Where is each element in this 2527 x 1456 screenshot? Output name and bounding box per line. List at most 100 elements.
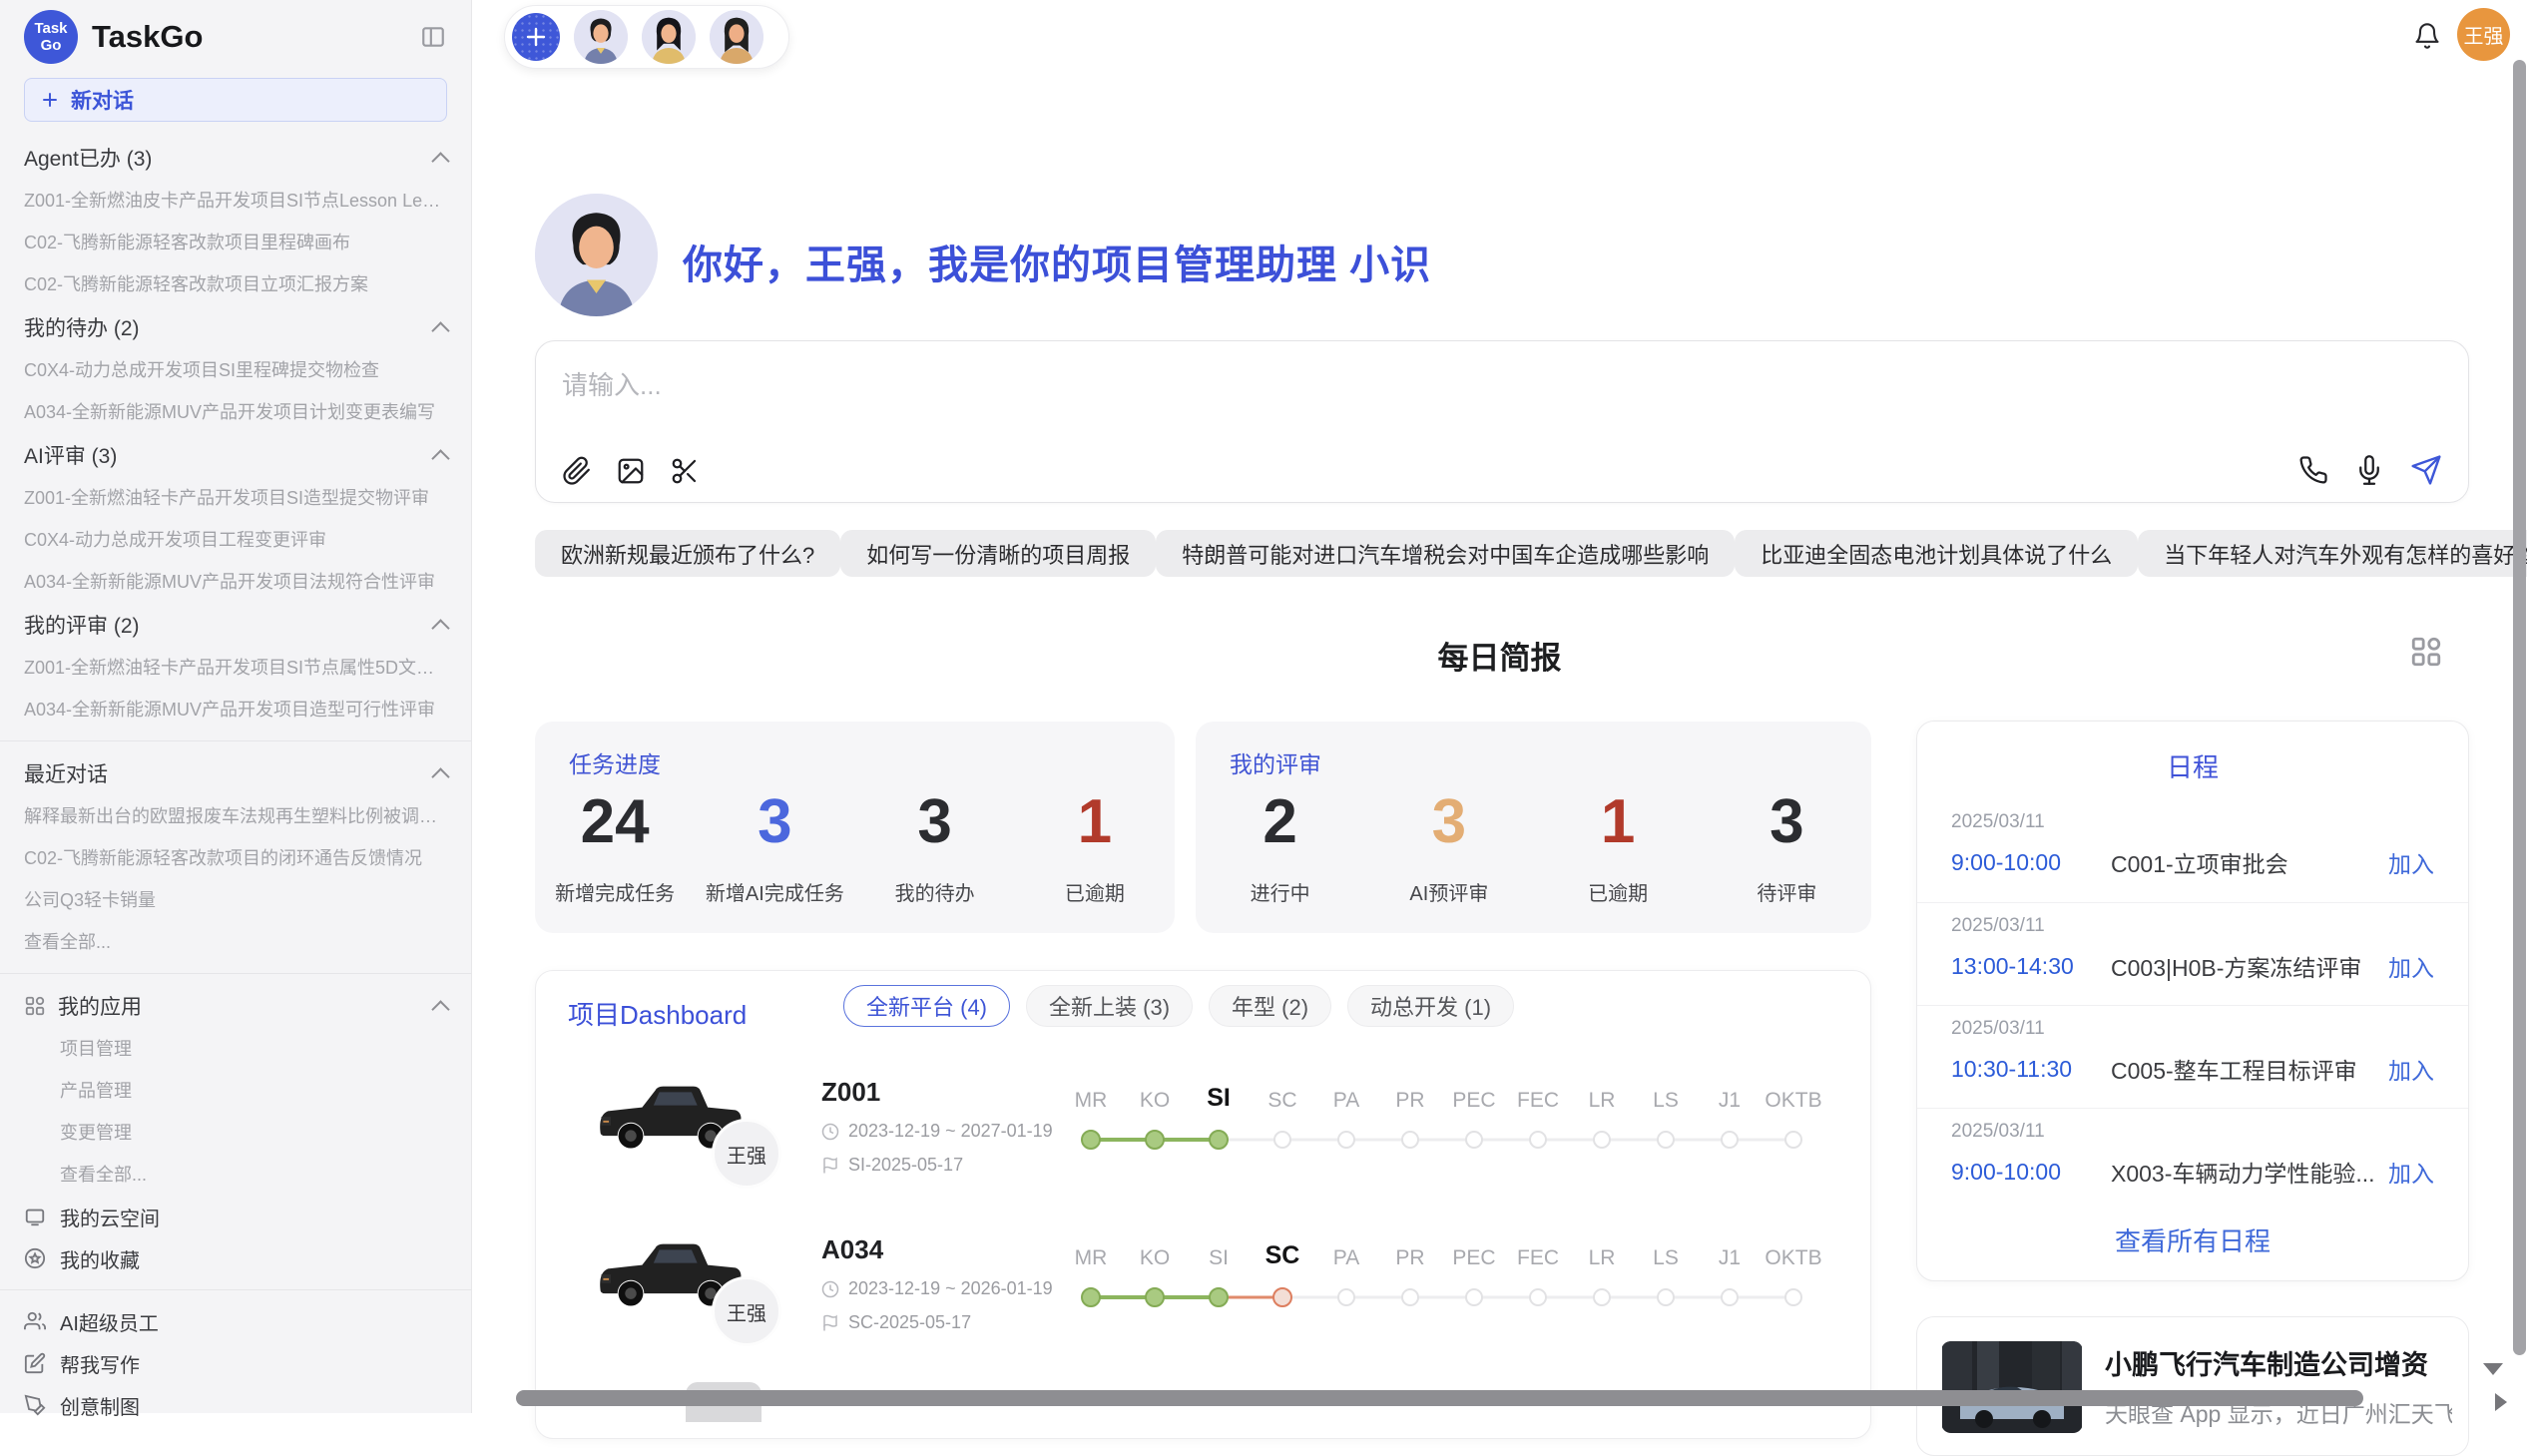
stat-value: 1 [1601,791,1635,853]
session-switcher [504,5,789,69]
vertical-scrollbar[interactable] [2513,60,2526,1355]
join-meeting-link[interactable]: 加入 [2388,1052,2434,1086]
view-all-chats-link[interactable]: 查看全部... [24,921,447,963]
view-all-apps-link[interactable]: 查看全部... [24,1154,447,1196]
milestone-dot [1721,1131,1739,1149]
sidebar-item[interactable]: A034-全新新能源MUV产品开发项目法规符合性评审 [24,561,447,603]
sidebar-item-creative-draw[interactable]: 创意制图 [24,1384,447,1426]
avatar[interactable] [574,10,628,64]
avatar[interactable] [642,10,696,64]
sidebar-item[interactable]: C0X4-动力总成开发项目工程变更评审 [24,519,447,561]
news-card[interactable]: 小鹏飞行汽车制造公司增资 天眼查 App 显示，近日广州汇天飞行汽... [1916,1316,2469,1456]
project-owner-badge: 王强 [712,1119,781,1189]
notifications-bell-icon[interactable] [2407,16,2447,56]
sidebar-item[interactable]: Z001-全新燃油轻卡产品开发项目SI造型提交物评审 [24,477,447,519]
stat-overdue: 1 已逾期 [1015,791,1175,906]
attachment-icon[interactable] [562,456,592,486]
stat-value: 24 [581,791,650,853]
avatar[interactable] [710,10,763,64]
logo-text-top: Task [34,20,67,37]
view-all-schedule-link[interactable]: 查看所有日程 [1917,1221,2468,1258]
app-item-product-mgmt[interactable]: 产品管理 [24,1070,447,1112]
project-flag-date: SC-2025-05-17 [821,1312,971,1333]
new-chat-button[interactable]: 新对话 [24,78,447,122]
milestone-dot [1209,1130,1229,1150]
sidebar-item-ai-staff[interactable]: AI超级员工 [24,1300,447,1342]
suggestion-chip[interactable]: 如何写一份清晰的项目周报 [840,530,1156,577]
stat-in-progress: 2 进行中 [1196,791,1364,906]
milestone-dot [1529,1131,1547,1149]
tab-powertrain[interactable]: 动总开发 (1) [1347,985,1514,1027]
recent-chat-item[interactable]: C02-飞腾新能源轻客改款项目的闭环通告反馈情况 [24,837,447,879]
section-title: 最近对话 [24,758,108,788]
section-header[interactable]: AI评审 (3) [24,433,447,477]
milestone-dot [1529,1288,1547,1306]
sidebar-item-write-helper[interactable]: 帮我写作 [24,1342,447,1384]
sidebar-item[interactable]: C02-飞腾新能源轻客改款项目立项汇报方案 [24,263,447,305]
sidebar-item[interactable]: C02-飞腾新能源轻客改款项目里程碑画布 [24,222,447,263]
sidebar-item[interactable]: Z001-全新燃油轻卡产品开发项目SI节点属性5D文件评审 [24,647,447,689]
section-header[interactable]: 我的待办 (2) [24,305,447,349]
schedule-date: 2025/03/11 [1951,811,2434,833]
sidebar-item-cloud-space[interactable]: 我的云空间 [24,1196,447,1237]
sidebar-item[interactable]: Z001-全新燃油皮卡产品开发项目SI节点Lesson Learn报告 [24,180,447,222]
suggestion-chip[interactable]: 当下年轻人对汽车外观有怎样的喜好趋势 [2138,530,2527,577]
recent-chat-item[interactable]: 公司Q3轻卡销量 [24,879,447,921]
sidebar-item[interactable]: C0X4-动力总成开发项目SI里程碑提交物检查 [24,349,447,391]
layout-grid-icon[interactable] [2409,635,2443,669]
join-meeting-link[interactable]: 加入 [2388,949,2434,983]
suggestion-chip[interactable]: 比亚迪全固态电池计划具体说了什么 [1735,530,2138,577]
project-owner-badge: 王强 [712,1276,781,1346]
app-item-change-mgmt[interactable]: 变更管理 [24,1112,447,1154]
section-header[interactable]: 我的应用 [24,984,447,1028]
image-upload-icon[interactable] [616,456,646,486]
write-helper-label: 帮我写作 [60,1349,140,1378]
briefing-title: 每日简报 [504,633,2495,678]
join-meeting-link[interactable]: 加入 [2388,1155,2434,1189]
section-header[interactable]: 最近对话 [24,751,447,795]
stat-new-done: 24 新增完成任务 [535,791,695,906]
my-review-card: 我的评审 2 进行中 3 AI预评审 1 已逾期 3 待评审 [1196,722,1871,933]
scroll-right-arrow-icon[interactable] [2495,1393,2507,1411]
microphone-icon[interactable] [2354,455,2384,485]
milestone-label: LR [1589,1089,1616,1113]
user-avatar[interactable]: 王强 [2457,8,2510,61]
chat-input[interactable] [562,365,2442,435]
milestone-dot [1721,1288,1739,1306]
divider [0,1289,471,1290]
project-row[interactable]: 王强 Z001 2023-12-19 ~ 2027-01-19 SI-2025-… [536,1067,1870,1224]
tab-new-platform[interactable]: 全新平台 (4) [843,985,1010,1027]
tab-new-body[interactable]: 全新上装 (3) [1026,985,1193,1027]
section-title: 我的评审 (2) [24,610,140,640]
milestone-dot [1784,1288,1802,1306]
add-session-button[interactable] [512,13,560,61]
favorites-label: 我的收藏 [60,1244,140,1273]
section-header[interactable]: 我的评审 (2) [24,603,447,647]
scroll-down-arrow-icon[interactable] [2483,1363,2503,1375]
sidebar-section-recent: 最近对话 解释最新出台的欧盟报废车法规再生塑料比例被调至15%... C02-飞… [24,751,447,963]
stat-value: 1 [1078,791,1112,853]
chevron-up-icon [431,449,449,467]
sidebar-item[interactable]: A034-全新新能源MUV产品开发项目造型可行性评审 [24,689,447,730]
send-icon[interactable] [2410,454,2442,486]
collapse-sidebar-icon[interactable] [419,24,447,50]
suggestion-chip[interactable]: 特朗普可能对进口汽车增税会对中国车企造成哪些影响 [1156,530,1735,577]
milestone-label: SI [1207,1084,1231,1113]
tab-model-year[interactable]: 年型 (2) [1209,985,1331,1027]
project-row[interactable]: 王强 A034 2023-12-19 ~ 2026-01-19 SC-2025-… [536,1224,1870,1382]
scissors-icon[interactable] [670,456,700,486]
schedule-time: 13:00-14:30 [1951,953,2077,980]
app-item-project-mgmt[interactable]: 项目管理 [24,1028,447,1070]
suggestion-chip[interactable]: 欧洲新规最近颁布了什么? [535,530,840,577]
voice-call-icon[interactable] [2298,455,2328,485]
stat-label: 已逾期 [1588,877,1648,906]
app-title: TaskGo [92,19,405,55]
join-meeting-link[interactable]: 加入 [2388,845,2434,879]
sidebar-item-favorites[interactable]: 我的收藏 [24,1237,447,1279]
horizontal-scrollbar[interactable] [516,1390,2363,1406]
sidebar-item[interactable]: A034-全新新能源MUV产品开发项目计划变更表编写 [24,391,447,433]
milestone-label: MR [1075,1089,1108,1113]
schedule-event-title: C005-整车工程目标评审 [2077,1052,2388,1086]
section-header[interactable]: Agent已办 (3) [24,136,447,180]
recent-chat-item[interactable]: 解释最新出台的欧盟报废车法规再生塑料比例被调至15%... [24,795,447,837]
